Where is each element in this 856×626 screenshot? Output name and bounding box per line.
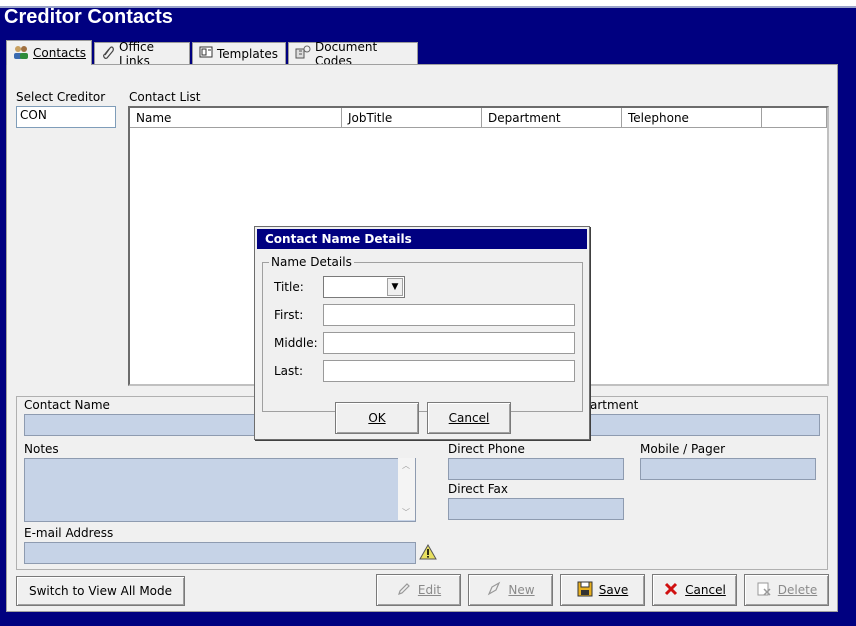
delete-label: Delete: [777, 583, 818, 597]
chevron-down-icon[interactable]: ▼: [387, 278, 403, 296]
tab-document-codes[interactable]: Document Codes: [288, 40, 418, 68]
cancel-button[interactable]: Cancel: [652, 574, 737, 606]
notes-field[interactable]: [24, 458, 416, 522]
ok-button[interactable]: OK: [335, 402, 419, 434]
contact-name-field[interactable]: [24, 414, 264, 436]
title-label: Title:: [274, 280, 304, 294]
tab-contacts[interactable]: Contacts: [6, 40, 92, 65]
last-label: Last:: [274, 364, 304, 378]
scroll-down-icon: ﹀: [402, 508, 410, 517]
column-header-jobtitle[interactable]: JobTitle: [342, 108, 482, 128]
new-icon: [486, 581, 502, 600]
notes-scrollbar[interactable]: ︿ ﹀: [398, 458, 415, 520]
edit-label: Edit: [417, 583, 442, 597]
new-button[interactable]: New: [468, 574, 553, 606]
first-label: First:: [274, 308, 304, 322]
department-field[interactable]: [588, 414, 820, 436]
switch-view-label: Switch to View All Mode: [28, 584, 173, 598]
tab-label: Contacts: [33, 46, 86, 60]
switch-view-button[interactable]: Switch to View All Mode: [16, 576, 185, 606]
pencil-icon: [396, 581, 412, 600]
direct-phone-label: Direct Phone: [448, 442, 525, 456]
red-x-icon: [663, 581, 679, 600]
email-field[interactable]: [24, 542, 416, 564]
contact-list-label: Contact List: [129, 90, 201, 104]
tab-label: Templates: [217, 46, 279, 61]
direct-phone-field[interactable]: [448, 458, 624, 480]
dialog-title: Contact Name Details: [257, 229, 587, 249]
contact-name-dialog: Contact Name Details Name Details Title:…: [254, 226, 590, 440]
dialog-cancel-label: Cancel: [448, 411, 490, 425]
dialog-cancel-button[interactable]: Cancel: [427, 402, 511, 434]
warning-icon: [419, 543, 437, 563]
direct-fax-field[interactable]: [448, 498, 624, 520]
mobile-pager-field[interactable]: [640, 458, 816, 480]
column-header-name[interactable]: Name: [130, 108, 342, 128]
tab-office-links[interactable]: Office Links: [94, 40, 190, 68]
column-header-empty: [762, 108, 827, 128]
email-label: E-mail Address: [24, 526, 114, 540]
title-combobox[interactable]: ▼: [323, 276, 405, 298]
cancel-label: Cancel: [685, 583, 726, 597]
middle-label: Middle:: [274, 336, 318, 350]
delete-icon: [756, 581, 772, 600]
mobile-pager-label: Mobile / Pager: [640, 442, 726, 456]
last-name-input[interactable]: [323, 360, 575, 382]
floppy-disk-icon: [577, 581, 593, 600]
direct-fax-label: Direct Fax: [448, 482, 508, 496]
middle-name-input[interactable]: [323, 332, 575, 354]
save-label: Save: [598, 583, 629, 597]
scroll-up-icon: ︿: [402, 461, 410, 470]
template-icon: [199, 45, 213, 62]
column-header-telephone[interactable]: Telephone: [622, 108, 762, 128]
save-button[interactable]: Save: [560, 574, 645, 606]
select-creditor-input[interactable]: CON: [16, 106, 116, 128]
column-header-department[interactable]: Department: [482, 108, 622, 128]
name-details-legend: Name Details: [269, 255, 354, 269]
notes-label: Notes: [24, 442, 59, 456]
department-label: artment: [590, 398, 639, 412]
contact-name-label: Contact Name: [24, 398, 110, 412]
select-creditor-label: Select Creditor: [16, 90, 106, 104]
edit-button[interactable]: Edit: [376, 574, 461, 606]
tab-templates[interactable]: Templates: [192, 42, 286, 64]
paperclip-icon: [101, 45, 115, 62]
first-name-input[interactable]: [323, 304, 575, 326]
ok-label: OK: [368, 411, 386, 425]
window-title: Creditor Contacts: [4, 6, 173, 28]
document-codes-icon: [295, 45, 311, 62]
people-icon: [13, 45, 29, 62]
delete-button[interactable]: Delete: [744, 574, 829, 606]
new-label: New: [508, 583, 535, 597]
